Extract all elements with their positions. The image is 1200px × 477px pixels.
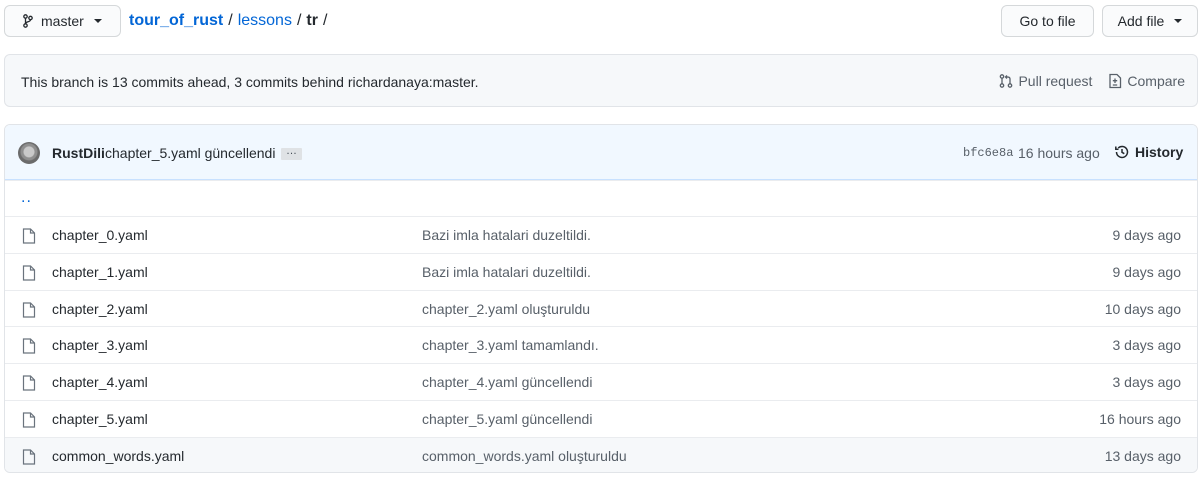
file-icon: [22, 412, 36, 428]
parent-directory-row: ..: [5, 180, 1197, 216]
file-commit-message-link[interactable]: chapter_4.yaml güncellendi: [422, 374, 592, 390]
file-icon: [22, 301, 36, 318]
branch-actions: Pull request Compare: [999, 73, 1185, 89]
commit-time: 16 hours ago: [1018, 145, 1100, 161]
file-commit-message-link[interactable]: chapter_5.yaml güncellendi: [422, 411, 592, 427]
file-commit-age: 10 days ago: [1104, 300, 1181, 317]
file-icon: [22, 228, 36, 244]
latest-commit-bar: RustDili chapter_5.yaml güncellendi … bf…: [5, 125, 1197, 180]
compare-icon: [1109, 73, 1122, 89]
file-name-link[interactable]: chapter_1.yaml: [52, 264, 148, 280]
commit-message-link[interactable]: chapter_5.yaml güncellendi: [105, 145, 275, 161]
commit-sha-link[interactable]: bfc6e8a: [963, 146, 1013, 160]
file-row: chapter_4.yaml chapter_4.yaml güncellend…: [5, 363, 1197, 400]
file-icon: [22, 375, 36, 391]
file-row: chapter_3.yaml chapter_3.yaml tamamlandı…: [5, 326, 1197, 363]
file-commit-age: 13 days ago: [1104, 447, 1181, 464]
file-commit-message-link[interactable]: chapter_2.yaml oluşturuldu: [422, 301, 590, 317]
file-icon: [22, 265, 36, 281]
breadcrumb-folder-link[interactable]: lessons: [238, 12, 292, 30]
breadcrumb-separator: /: [322, 12, 328, 29]
branch-select-button[interactable]: master: [4, 5, 121, 37]
history-icon: [1115, 145, 1129, 159]
avatar[interactable]: [18, 142, 40, 164]
file-icon: [22, 449, 36, 465]
file-commit-age: 9 days ago: [1112, 263, 1182, 280]
file-commit-age: 3 days ago: [1112, 374, 1182, 391]
branch-status-box: This branch is 13 commits ahead, 3 commi…: [4, 54, 1198, 107]
breadcrumb-repo-link[interactable]: tour_of_rust: [129, 12, 223, 30]
breadcrumb-separator: /: [296, 12, 302, 29]
pull-request-icon: [1000, 74, 1013, 88]
git-branch-icon: [23, 14, 33, 28]
breadcrumb-current: tr: [306, 12, 318, 29]
history-link[interactable]: History: [1114, 144, 1183, 160]
file-commit-message-link[interactable]: chapter_3.yaml tamamlandı.: [422, 337, 599, 353]
file-commit-message-link[interactable]: Bazi imla hatalari duzeltildi.: [422, 264, 591, 280]
file-name-link[interactable]: chapter_0.yaml: [52, 227, 148, 243]
file-commit-age: 3 days ago: [1112, 337, 1182, 354]
compare-link[interactable]: Compare: [1108, 73, 1185, 89]
breadcrumb: tour_of_rust / lessons / tr /: [129, 12, 327, 30]
pull-request-link[interactable]: Pull request: [999, 73, 1092, 89]
add-file-label: Add file: [1117, 13, 1165, 29]
repo-toolbar: master tour_of_rust / lessons / tr / Go …: [0, 0, 1200, 44]
branch-name: master: [41, 13, 84, 29]
file-commit-age: 16 hours ago: [1099, 410, 1181, 427]
file-name-link[interactable]: chapter_2.yaml: [52, 301, 148, 317]
expand-commit-button[interactable]: …: [281, 146, 302, 160]
file-name-link[interactable]: chapter_5.yaml: [52, 411, 148, 427]
file-commit-message-link[interactable]: Bazi imla hatalari duzeltildi.: [422, 227, 591, 243]
caret-down-icon: [93, 19, 102, 23]
file-name-link[interactable]: common_words.yaml: [52, 448, 184, 464]
breadcrumb-separator: /: [228, 12, 233, 29]
file-name-link[interactable]: chapter_4.yaml: [52, 374, 148, 390]
file-row: chapter_1.yaml Bazi imla hatalari duzelt…: [5, 252, 1197, 290]
go-to-file-label: Go to file: [1019, 13, 1076, 29]
file-row: chapter_2.yaml chapter_2.yaml oluşturuld…: [5, 289, 1197, 327]
caret-down-icon: [1174, 19, 1183, 23]
branch-status-message: This branch is 13 commits ahead, 3 commi…: [21, 74, 479, 90]
file-row: chapter_0.yaml Bazi imla hatalari duzelt…: [5, 216, 1197, 253]
add-file-button[interactable]: Add file: [1102, 5, 1198, 37]
file-commit-message-link[interactable]: common_words.yaml oluşturuldu: [422, 448, 627, 464]
commit-author-link[interactable]: RustDili: [52, 145, 105, 161]
file-icon: [22, 338, 36, 354]
file-row: chapter_5.yaml chapter_5.yaml güncellend…: [5, 399, 1197, 437]
parent-directory-link[interactable]: ..: [21, 189, 32, 207]
file-row: common_words.yaml common_words.yaml oluş…: [5, 436, 1197, 472]
pull-request-label: Pull request: [1018, 73, 1093, 89]
file-list-box: RustDili chapter_5.yaml güncellendi … bf…: [4, 124, 1198, 473]
go-to-file-button[interactable]: Go to file: [1001, 5, 1094, 37]
history-label: History: [1135, 144, 1184, 160]
compare-label: Compare: [1127, 73, 1185, 89]
file-commit-age: 9 days ago: [1112, 227, 1182, 243]
file-name-link[interactable]: chapter_3.yaml: [52, 337, 148, 353]
